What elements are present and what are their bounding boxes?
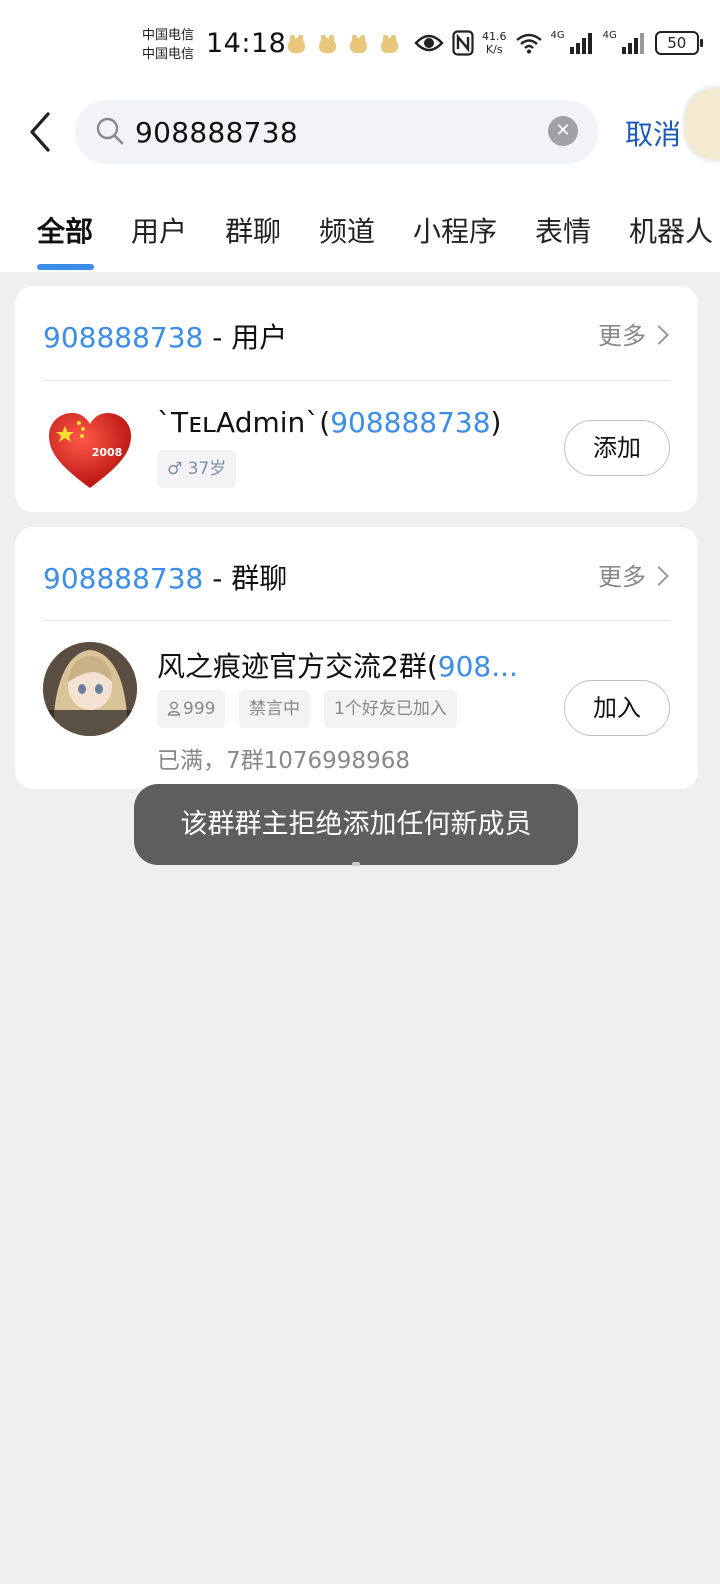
cat-icon <box>350 35 367 53</box>
search-query: 908888738 <box>135 116 299 149</box>
clock: 14:18 <box>206 28 287 59</box>
more-label: 更多 <box>598 563 646 591</box>
tab-channels[interactable]: 频道 <box>319 210 375 250</box>
section-title: 908888738 - 群聊 <box>43 557 287 597</box>
group-description: 已满，7群1076998968 <box>157 748 410 774</box>
status-bar: 中国电信 中国电信 14:18 41.6 K/s 4G 4G 50 <box>0 0 720 92</box>
tab-all[interactable]: 全部 <box>37 210 93 250</box>
carrier-1: 中国电信 <box>142 28 195 43</box>
loading-indicator <box>352 862 360 866</box>
more-label: 更多 <box>598 322 646 350</box>
chevron-right-icon <box>649 566 669 586</box>
user-avatar[interactable]: 2008 <box>43 404 137 498</box>
carrier-2: 中国电信 <box>142 47 195 62</box>
tab-groups[interactable]: 群聊 <box>225 210 281 250</box>
tab-indicator <box>37 264 94 270</box>
friends-joined-badge: 1个好友已加入 <box>324 690 457 728</box>
join-group-button[interactable]: 加入 <box>564 680 670 736</box>
wifi-icon <box>515 32 543 54</box>
cat-icon <box>381 35 398 53</box>
section-query: 908888738 <box>43 562 204 595</box>
network-speed: 41.6 K/s <box>482 30 507 56</box>
speed-value: 41.6 <box>482 30 507 43</box>
users-section: 908888738 - 用户 更多 2008 `TᴇʟAdmin`(908888… <box>15 286 698 512</box>
nfc-icon <box>452 30 474 56</box>
chevron-right-icon <box>649 325 669 345</box>
user-name-suffix: ) <box>490 406 502 439</box>
signal-icon <box>621 31 647 55</box>
cancel-button[interactable]: 取消 <box>625 113 681 153</box>
cat-icon <box>319 35 336 53</box>
cat-icon <box>288 35 305 53</box>
groups-section: 908888738 - 群聊 更多 风之痕迹官方交流2群(908... 999 … <box>15 527 698 789</box>
section-query: 908888738 <box>43 321 204 354</box>
speed-unit: K/s <box>485 43 503 56</box>
tab-stickers[interactable]: 表情 <box>535 210 591 250</box>
person-icon <box>167 701 181 716</box>
notification-icons <box>288 35 398 53</box>
section-type: - 群聊 <box>203 562 288 595</box>
more-users-button[interactable]: 更多 <box>598 316 669 351</box>
divider <box>43 380 670 381</box>
eye-icon <box>414 32 444 54</box>
member-count: 999 <box>183 699 216 719</box>
svg-text:2008: 2008 <box>92 446 123 459</box>
toast-message: 该群群主拒绝添加任何新成员 <box>134 784 578 865</box>
back-arrow-icon[interactable] <box>26 112 62 152</box>
divider <box>43 620 670 621</box>
gender-age-badge: ♂ 37岁 <box>157 450 237 488</box>
more-groups-button[interactable]: 更多 <box>598 557 669 592</box>
search-input[interactable]: 908888738 ✕ <box>75 100 598 164</box>
user-name[interactable]: `TᴇʟAdmin`(908888738) <box>157 406 501 439</box>
battery-icon: 50 <box>654 31 703 55</box>
group-title: 风之痕迹官方交流2群( <box>157 650 438 683</box>
user-nickname: `TᴇʟAdmin`( <box>157 406 331 439</box>
user-uin: 908888738 <box>330 406 491 439</box>
signal-2-label: 4G <box>602 29 617 41</box>
tab-users[interactable]: 用户 <box>131 210 187 250</box>
muted-badge: 禁言中 <box>239 690 310 728</box>
signal-icon <box>569 31 595 55</box>
group-avatar[interactable] <box>43 642 137 736</box>
section-type: - 用户 <box>203 321 288 354</box>
carrier-labels: 中国电信 中国电信 <box>142 26 194 64</box>
group-uin: 908... <box>437 650 518 683</box>
signal-1-label: 4G <box>550 29 565 41</box>
add-friend-button[interactable]: 添加 <box>564 420 670 476</box>
member-count-badge: 999 <box>157 690 226 728</box>
tab-mini-programs[interactable]: 小程序 <box>413 210 497 250</box>
search-icon <box>95 116 125 146</box>
group-name[interactable]: 风之痕迹官方交流2群(908... <box>157 645 518 685</box>
clear-icon[interactable]: ✕ <box>548 116 578 146</box>
section-title: 908888738 - 用户 <box>43 316 287 356</box>
system-icons: 41.6 K/s 4G 4G 50 <box>414 29 703 56</box>
tab-bots[interactable]: 机器人 <box>629 210 713 250</box>
